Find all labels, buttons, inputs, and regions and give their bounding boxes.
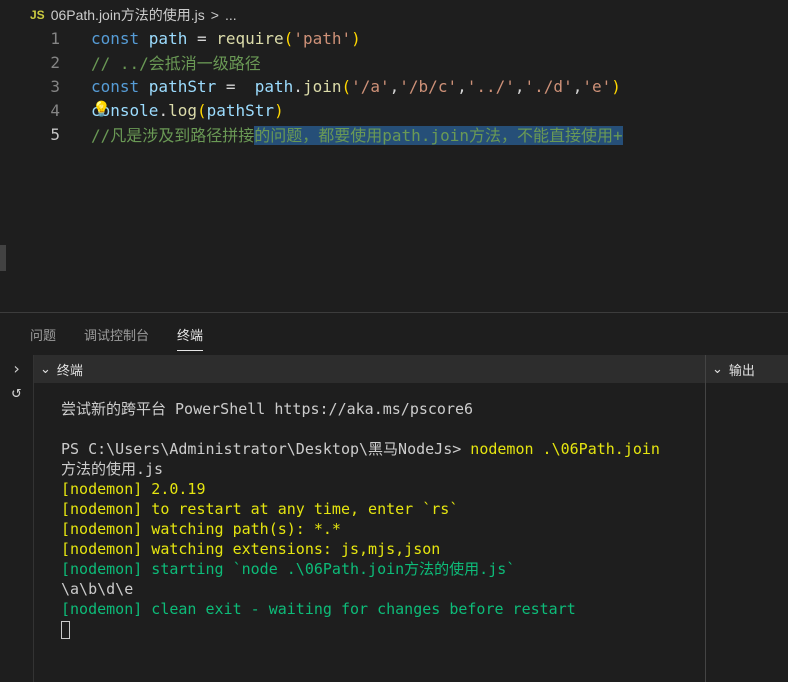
code-token: './d' bbox=[524, 76, 573, 96]
terminal-line: \a\b\d\e bbox=[61, 580, 134, 598]
terminal-command: nodemon .\06Path.join bbox=[470, 440, 660, 458]
terminal-header: ⌄ 终端 bbox=[34, 355, 788, 383]
terminal-line: [nodemon] 2.0.19 bbox=[61, 480, 206, 498]
terminal-cursor bbox=[61, 620, 70, 639]
terminal-line: 方法的使用.js bbox=[61, 460, 164, 478]
code-token: '../' bbox=[466, 76, 515, 96]
line-number: 1 bbox=[50, 28, 60, 48]
code-token: log bbox=[168, 100, 197, 120]
code-token: const bbox=[91, 28, 149, 48]
code-token: ( bbox=[341, 76, 352, 96]
code-token: ) bbox=[274, 100, 284, 120]
panel-tab[interactable]: 调试控制台 bbox=[84, 325, 149, 351]
code-token: pathStr bbox=[148, 76, 217, 96]
chevron-right-icon: > bbox=[210, 7, 219, 23]
code-line[interactable]: 3 const pathStr = path.join('/a','/b/c','… bbox=[0, 74, 788, 98]
code-token: = bbox=[216, 76, 255, 96]
panel-tab[interactable]: 问题 bbox=[30, 325, 56, 351]
code-token: join bbox=[302, 76, 342, 96]
code-line[interactable]: 4 console.log(pathStr) bbox=[0, 98, 788, 122]
code-text: console.log(pathStr) bbox=[91, 101, 284, 120]
code-token: , bbox=[389, 76, 400, 96]
code-text: const path = require('path') bbox=[91, 29, 361, 48]
terminal-line: [nodemon] watching extensions: js,mjs,js… bbox=[61, 540, 441, 558]
code-text: const pathStr = path.join('/a','/b/c','.… bbox=[91, 77, 621, 96]
code-text: // ../会抵消一级路径 bbox=[91, 50, 261, 74]
code-line[interactable]: 1 const path = require('path') bbox=[0, 26, 788, 50]
code-text: //凡是涉及到路径拼接的问题，都要使用path.join方法，不能直接使用+ bbox=[91, 122, 623, 146]
line-number: 3 bbox=[50, 76, 60, 96]
terminal-line: [nodemon] to restart at any time, enter … bbox=[61, 500, 459, 518]
js-file-icon: JS bbox=[30, 8, 45, 22]
output-pane: ⌄ 输出 bbox=[705, 355, 788, 682]
code-token: '/b/c' bbox=[399, 76, 458, 96]
code-token: ) bbox=[611, 76, 621, 96]
code-editor[interactable]: 1 const path = require('path') 2// ../会抵消一… bbox=[0, 26, 788, 146]
code-token: path bbox=[148, 28, 188, 48]
code-line[interactable]: 2 // ../会抵消一级路径 bbox=[0, 50, 788, 74]
history-icon[interactable]: ↺ bbox=[0, 382, 33, 401]
code-token: 的问题，都要使用path.join方法，不能直接使用+ bbox=[254, 126, 623, 145]
line-number: 4 bbox=[50, 100, 60, 120]
chevron-down-icon: ⌄ bbox=[712, 361, 723, 376]
panel-tab[interactable]: 终端 bbox=[177, 325, 204, 351]
breadcrumb-file[interactable]: 06Path.join方法的使用.js bbox=[51, 5, 205, 25]
terminal-title: 终端 bbox=[56, 362, 83, 378]
code-token: , bbox=[457, 76, 467, 96]
terminal-line: PS C:\Users\Administrator\Desktop\黑马Node… bbox=[61, 440, 660, 458]
terminal-output[interactable]: 尝试新的跨平台 PowerShell https://aka.ms/pscore… bbox=[61, 399, 660, 639]
code-token: ( bbox=[283, 28, 294, 48]
code-token: 'path' bbox=[293, 28, 352, 48]
expand-icon[interactable]: › bbox=[0, 359, 33, 378]
lightbulb-icon[interactable]: 💡 bbox=[92, 100, 111, 118]
breadcrumb[interactable]: JS 06Path.join方法的使用.js > ... bbox=[30, 4, 237, 26]
line-number: 2 bbox=[50, 52, 60, 72]
code-token: //凡是涉及到路径拼接 bbox=[91, 126, 255, 145]
code-token: path bbox=[254, 76, 294, 96]
code-token: const bbox=[91, 76, 149, 96]
output-title: 输出 bbox=[728, 362, 755, 378]
code-token: // ../会抵消一级路径 bbox=[91, 54, 261, 73]
terminal-section[interactable]: ⌄ 终端 bbox=[34, 360, 83, 379]
code-token: . bbox=[158, 100, 169, 120]
terminal-line: [nodemon] clean exit - waiting for chang… bbox=[61, 600, 576, 618]
line-number: 5 bbox=[50, 124, 60, 144]
code-token: = bbox=[187, 28, 217, 48]
bottom-panel: 问题 调试控制台 终端 › ↺ ⌄ 终端 ⌄ 输出 尝试新的跨平台 PowerShell… bbox=[0, 312, 788, 682]
breadcrumb-more[interactable]: ... bbox=[225, 7, 237, 23]
code-line[interactable]: 5 //凡是涉及到路径拼接的问题，都要使用path.join方法，不能直接使用+ bbox=[0, 122, 788, 146]
code-token: . bbox=[293, 76, 303, 96]
code-token: ( bbox=[196, 100, 207, 120]
terminal-line: [nodemon] starting `node .\06Path.join方法… bbox=[61, 560, 516, 578]
terminal-line: [nodemon] watching path(s): *.* bbox=[61, 520, 341, 538]
code-token: , bbox=[514, 76, 525, 96]
code-token: , bbox=[572, 76, 583, 96]
chevron-down-icon: ⌄ bbox=[40, 361, 51, 376]
code-token: require bbox=[216, 28, 284, 48]
output-section[interactable]: ⌄ 输出 bbox=[706, 355, 788, 383]
terminal-line: 尝试新的跨平台 PowerShell https://aka.ms/pscore… bbox=[61, 400, 474, 418]
scroll-indicator bbox=[0, 245, 6, 271]
code-token: ) bbox=[351, 28, 361, 48]
code-token: pathStr bbox=[206, 100, 275, 120]
panel-tabs: 问题 调试控制台 终端 bbox=[30, 325, 204, 351]
code-token: 'e' bbox=[582, 76, 612, 96]
code-token: '/a' bbox=[351, 76, 390, 96]
terminal-sidebar: › ↺ bbox=[0, 355, 34, 682]
